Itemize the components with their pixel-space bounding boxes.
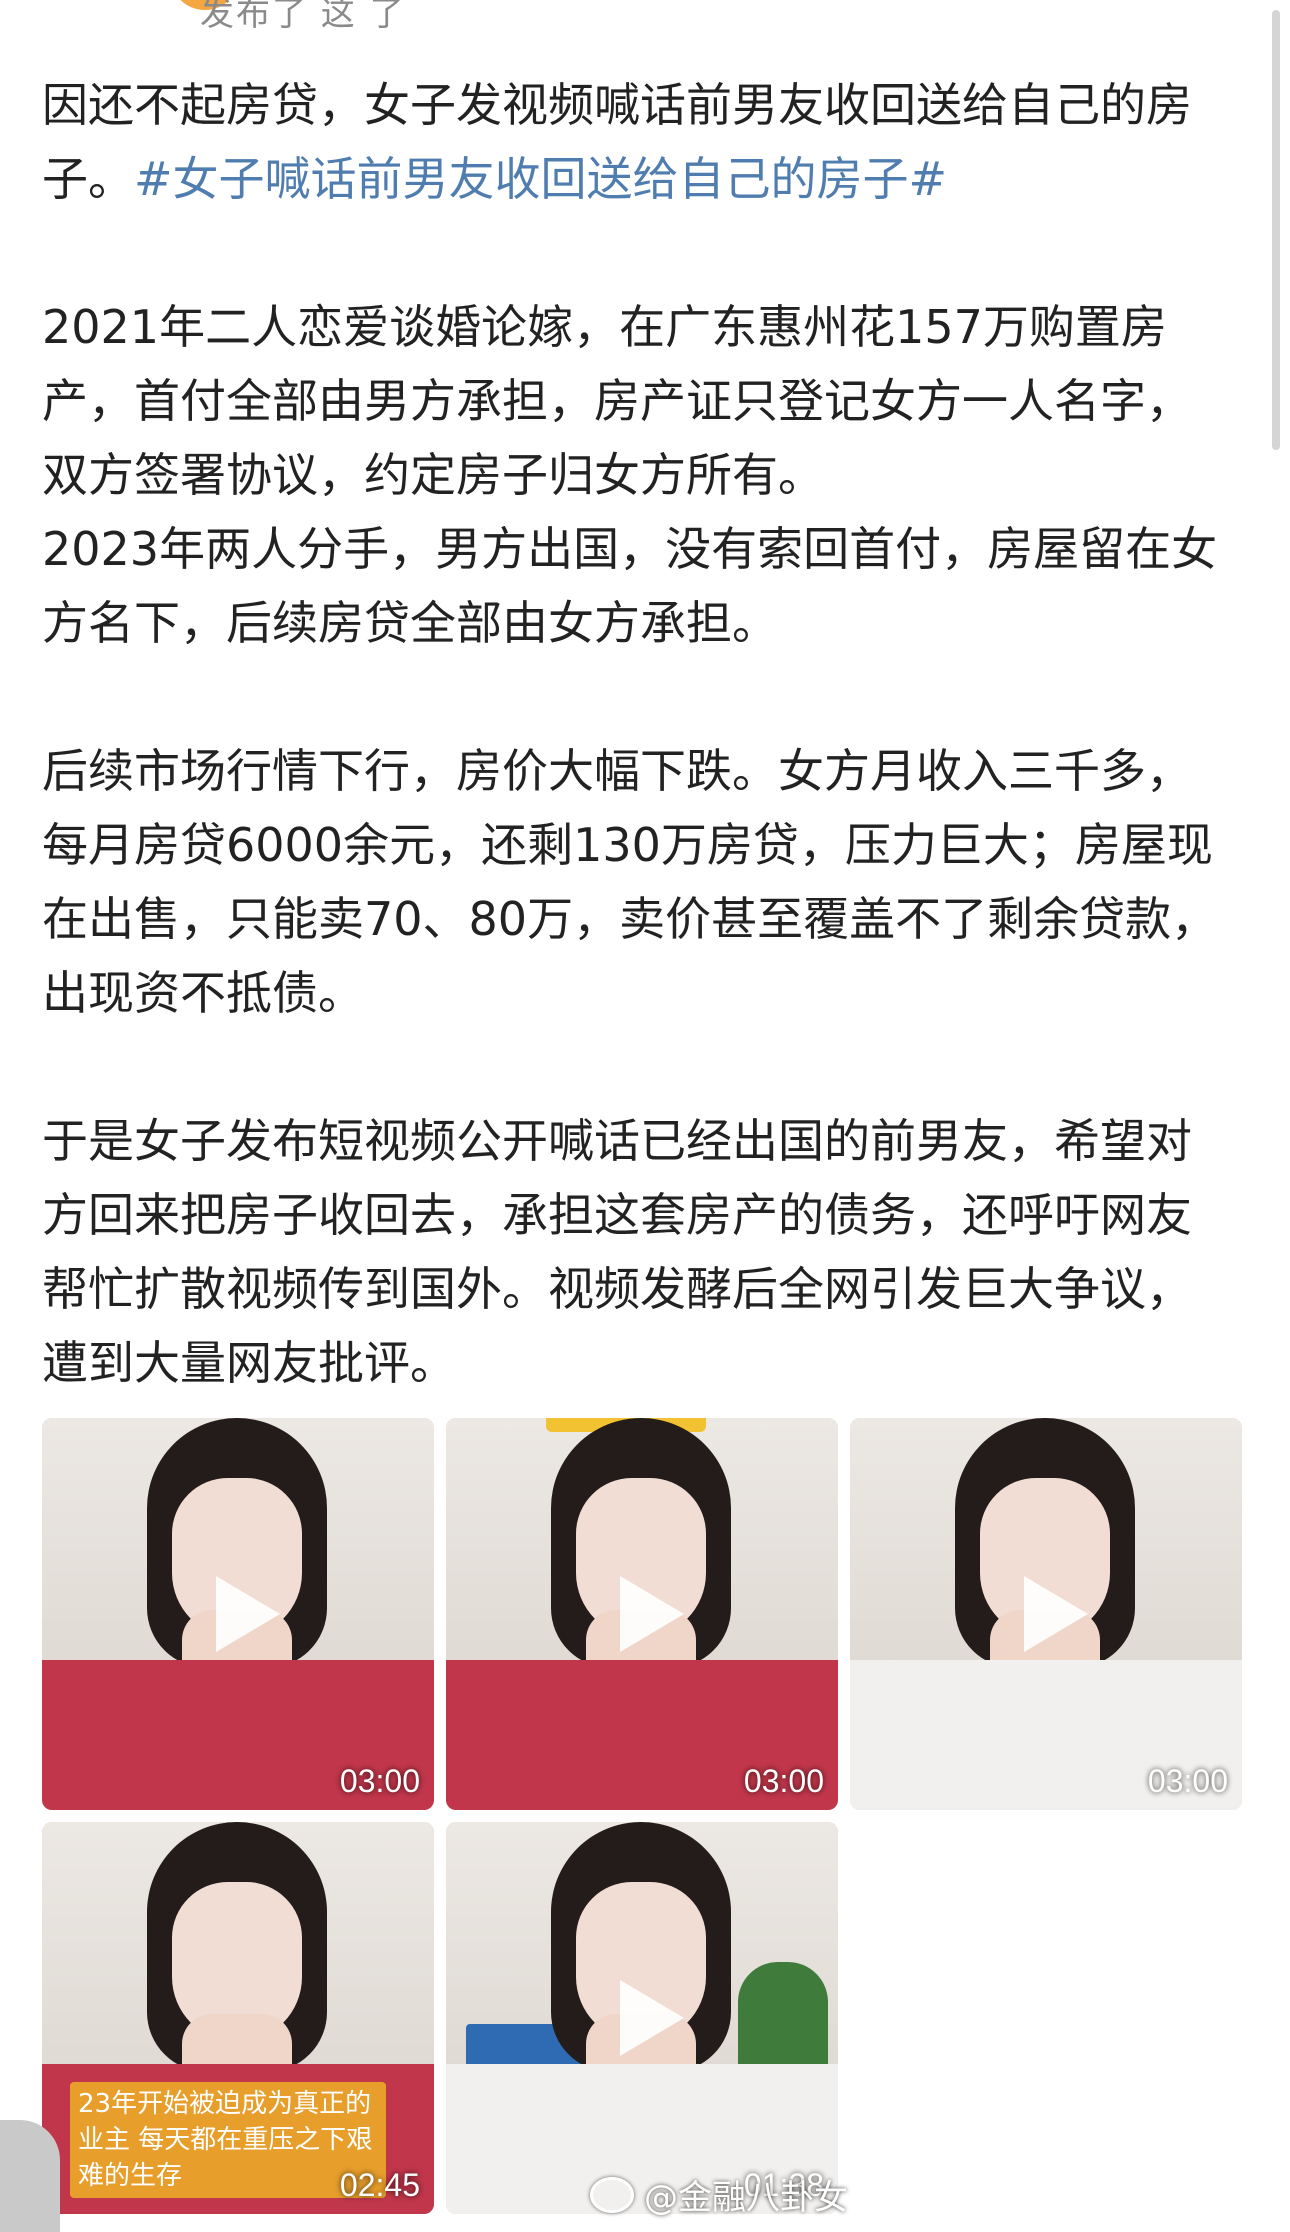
- post-paragraph-breakup: 2023年两人分手，男方出国，没有索回首付，房屋留在女方名下，后续房贷全部由女方…: [42, 522, 1218, 650]
- video-thumbnail-1[interactable]: 03:00: [42, 1418, 434, 1810]
- post-paragraph-background: 2021年二人恋爱谈婚论嫁，在广东惠州花157万购置房产，首付全部由男方承担，房…: [42, 300, 1192, 502]
- scrollbar[interactable]: [1272, 10, 1280, 450]
- post-body: 因还不起房贷，女子发视频喊话前男友收回送给自己的房子。#女子喊话前男友收回送给自…: [42, 68, 1232, 1474]
- video-thumbnail-5[interactable]: 01:38: [446, 1822, 838, 2214]
- video-duration: 03:00: [743, 1763, 824, 1799]
- post-paragraph-market: 后续市场行情下行，房价大幅下跌。女方月收入三千多，每月房贷6000余元，还剩13…: [42, 744, 1218, 1020]
- video-caption: 23年开始被迫成为真正的业主 每天都在重压之下艰难的生存: [70, 2082, 386, 2198]
- watermark: @金融八卦女: [590, 2170, 848, 2219]
- post-paragraph-intro: 因还不起房贷，女子发视频喊话前男友收回送给自己的房子。#女子喊话前男友收回送给自…: [42, 68, 1232, 216]
- video-thumbnail-2[interactable]: 03:00: [446, 1418, 838, 1810]
- video-thumbnail-4[interactable]: 23年开始被迫成为真正的业主 每天都在重压之下艰难的生存 02:45: [42, 1822, 434, 2214]
- weibo-icon: [590, 2176, 634, 2213]
- video-duration: 02:45: [339, 2167, 420, 2203]
- post-meta: 发布了 这 了: [200, 0, 406, 34]
- video-duration: 03:00: [1147, 1763, 1228, 1799]
- floating-button[interactable]: [0, 2120, 60, 2232]
- post-paragraph-appeal: 于是女子发布短视频公开喊话已经出国的前男友，希望对方回来把房子收回去，承担这套房…: [42, 1114, 1192, 1390]
- play-icon[interactable]: [620, 1980, 684, 2056]
- video-duration: 03:00: [339, 1763, 420, 1799]
- video-thumbnail-3[interactable]: 03:00: [850, 1418, 1242, 1810]
- play-icon[interactable]: [1024, 1576, 1088, 1652]
- hashtag-link[interactable]: #女子喊话前男友收回送给自己的房子#: [134, 152, 947, 206]
- watermark-text: @金融八卦女: [644, 2178, 848, 2218]
- play-icon[interactable]: [216, 1576, 280, 1652]
- play-icon[interactable]: [620, 1576, 684, 1652]
